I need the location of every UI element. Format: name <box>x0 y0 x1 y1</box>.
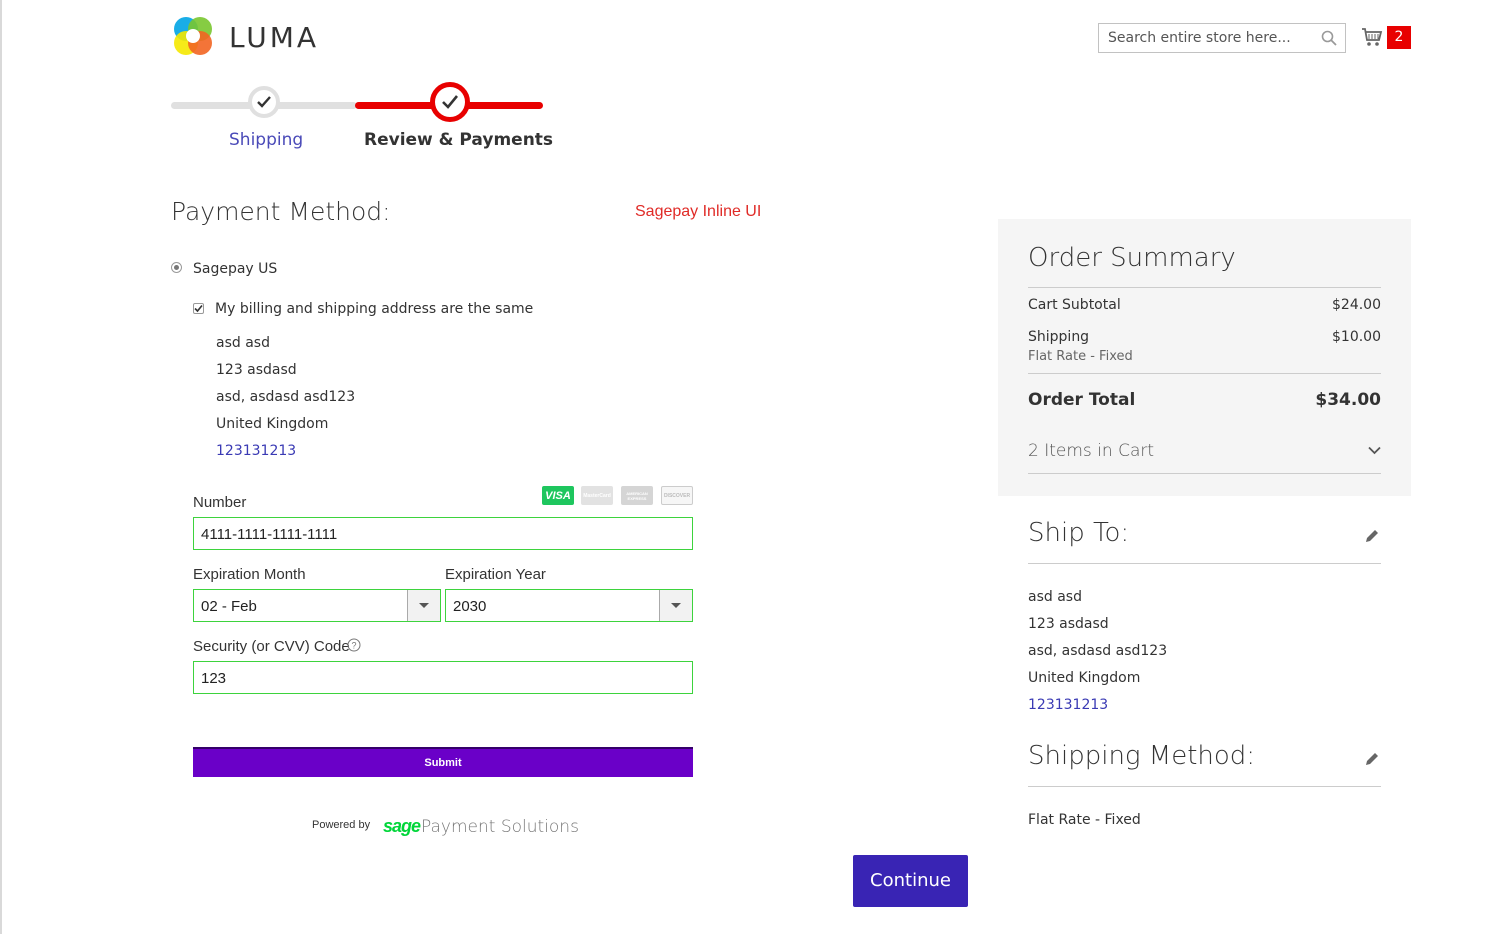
order-summary-title: Order Summary <box>1028 243 1236 273</box>
ship-to-title: Ship To: <box>1028 518 1130 548</box>
exp-month-label: Expiration Month <box>193 566 306 583</box>
shipping-method-value: Flat Rate - Fixed <box>1028 812 1141 828</box>
sage-payment-solutions-text: Payment Solutions <box>421 817 579 837</box>
search-box[interactable] <box>1098 23 1346 53</box>
search-input[interactable] <box>1099 24 1327 52</box>
shipping-value: $10.00 <box>1332 329 1381 345</box>
amex-logo-icon: AMERICAN EXPRESS <box>621 486 653 505</box>
chevron-down-icon[interactable] <box>407 590 440 621</box>
cvv-label: Security (or CVV) Code <box>193 638 350 655</box>
exp-month-value: 02 - Feb <box>201 598 257 615</box>
same-address-label[interactable]: My billing and shipping address are the … <box>215 301 533 317</box>
powered-by-label: Powered by <box>312 819 371 831</box>
exp-year-label: Expiration Year <box>445 566 546 583</box>
checkmark-icon <box>194 304 203 313</box>
items-in-cart-toggle[interactable]: 2 Items in Cart <box>1028 441 1154 461</box>
same-address-checkbox[interactable] <box>193 303 204 314</box>
shipping-method-sub: Flat Rate - Fixed <box>1028 349 1133 364</box>
subtotal-value: $24.00 <box>1332 297 1381 313</box>
divider <box>1028 473 1381 474</box>
subtotal-label: Cart Subtotal <box>1028 297 1121 313</box>
chevron-down-icon[interactable] <box>659 590 692 621</box>
exp-month-select[interactable]: 02 - Feb <box>193 589 441 622</box>
divider <box>1028 563 1381 564</box>
ship-to-city: asd, asdasd asd123 <box>1028 643 1168 659</box>
chevron-down-icon[interactable] <box>1368 446 1381 455</box>
visa-logo-icon: VISA <box>542 486 574 505</box>
shipping-method-title: Shipping Method: <box>1028 741 1256 771</box>
luma-logo-icon <box>174 17 212 55</box>
help-icon[interactable]: ? <box>347 638 361 652</box>
billing-city: asd, asdasd asd123 <box>216 389 356 405</box>
pencil-icon[interactable] <box>1364 528 1380 544</box>
sage-logo: sage <box>383 816 421 836</box>
check-icon <box>442 95 458 109</box>
discover-logo-icon: DISCOVER <box>661 486 693 505</box>
continue-button[interactable]: Continue <box>853 855 968 907</box>
cvv-value: 123 <box>201 670 227 687</box>
exp-year-value: 2030 <box>453 598 487 615</box>
billing-country: United Kingdom <box>216 416 329 432</box>
check-icon <box>257 96 271 108</box>
order-total-label: Order Total <box>1028 390 1136 410</box>
card-number-input[interactable]: 4111-1111-1111-1111 <box>193 517 693 550</box>
sagepay-ui-label: Sagepay Inline UI <box>635 203 762 220</box>
luma-logo[interactable]: LUMA <box>171 14 321 60</box>
page-edge <box>0 0 2 934</box>
ship-to-country: United Kingdom <box>1028 670 1141 686</box>
step-payment-circle <box>430 82 470 122</box>
billing-name: asd asd <box>216 335 270 351</box>
billing-street: 123 asdasd <box>216 362 297 378</box>
number-label: Number <box>193 494 247 511</box>
cvv-input[interactable]: 123 <box>193 661 693 694</box>
divider <box>1028 287 1381 288</box>
step-payment-label: Review & Payments <box>364 130 554 150</box>
exp-year-select[interactable]: 2030 <box>445 589 693 622</box>
divider <box>1028 373 1381 374</box>
ship-to-street: 123 asdasd <box>1028 616 1109 632</box>
submit-button[interactable]: Submit <box>193 747 693 777</box>
shipping-label: Shipping <box>1028 329 1090 345</box>
logo-text: LUMA <box>229 20 320 54</box>
svg-text:?: ? <box>351 641 356 651</box>
divider <box>1028 786 1381 787</box>
ship-to-name: asd asd <box>1028 589 1082 605</box>
search-icon[interactable] <box>1321 30 1337 46</box>
step-shipping-label[interactable]: Shipping <box>229 130 303 150</box>
cart-count-badge[interactable]: 2 <box>1387 26 1411 49</box>
card-number-value: 4111-1111-1111-1111 <box>201 526 338 543</box>
step-shipping-circle <box>248 86 280 118</box>
sagepay-method-label[interactable]: Sagepay US <box>193 261 277 277</box>
pencil-icon[interactable] <box>1364 751 1380 767</box>
cart-icon[interactable] <box>1361 26 1383 48</box>
order-total-value: $34.00 <box>1315 390 1381 410</box>
ship-to-phone-link[interactable]: 123131213 <box>1028 697 1108 713</box>
billing-phone-link[interactable]: 123131213 <box>216 443 296 459</box>
payment-method-title: Payment Method: <box>171 197 391 226</box>
sagepay-radio[interactable] <box>171 262 182 273</box>
mastercard-logo-icon: MasterCard <box>581 486 613 505</box>
